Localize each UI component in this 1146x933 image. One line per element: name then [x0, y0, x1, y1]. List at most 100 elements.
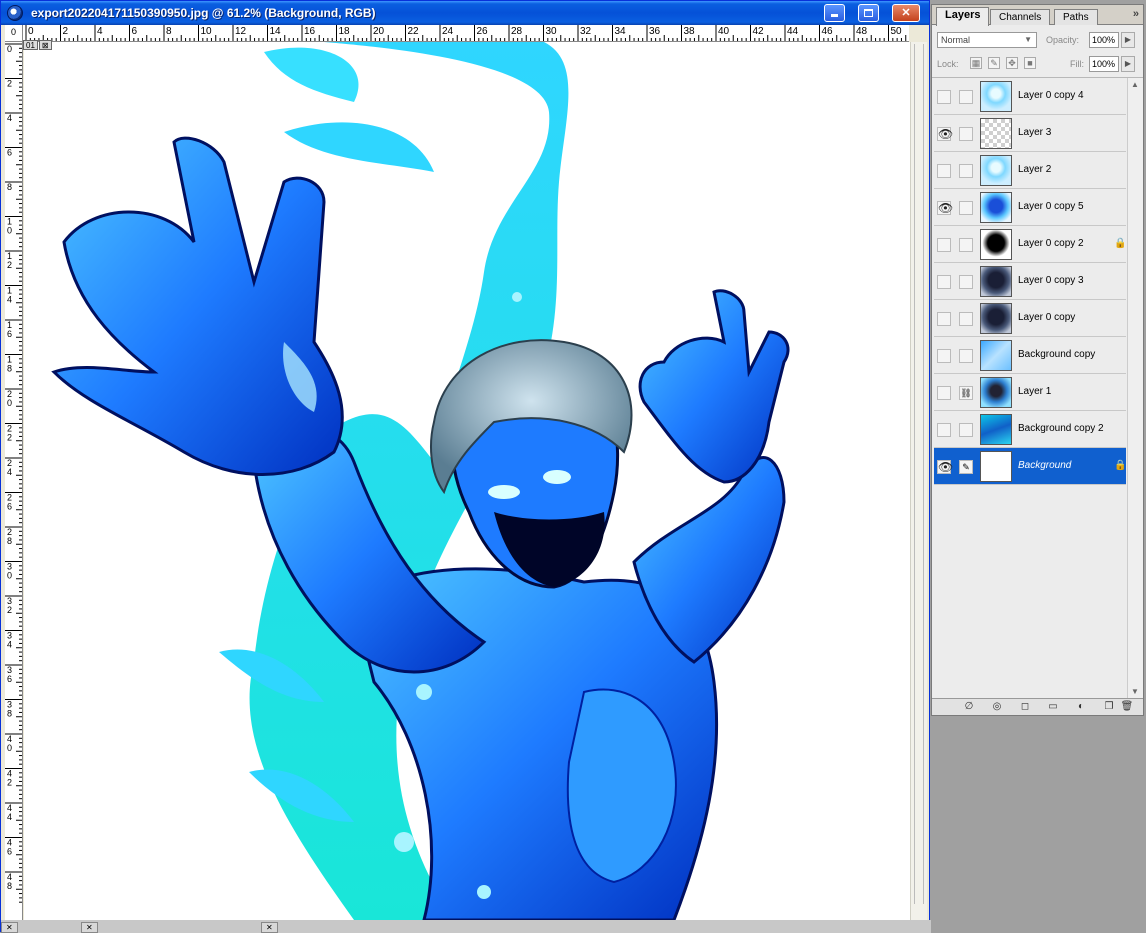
ruler-label: 18: [339, 26, 351, 37]
link-toggle[interactable]: [959, 349, 973, 363]
lock-image-pixels-icon[interactable]: ✎: [988, 57, 1000, 69]
lock-transparent-pixels-icon[interactable]: ▦: [970, 57, 982, 69]
layer-mask-icon[interactable]: ◻: [1018, 700, 1032, 714]
layer-thumbnail[interactable]: [980, 155, 1012, 186]
link-icon[interactable]: ⛓: [959, 386, 973, 400]
layer-name[interactable]: Layer 0 copy 3: [1018, 275, 1084, 286]
layer-row[interactable]: Background copy 2: [934, 411, 1126, 448]
blend-mode-select[interactable]: Normal ▼: [937, 32, 1037, 48]
layer-name[interactable]: Background copy: [1018, 349, 1095, 360]
adjustment-layer-icon[interactable]: ◐: [1074, 700, 1088, 714]
ruler-label: 24: [442, 26, 454, 37]
layer-row[interactable]: ⛓ Layer 1: [934, 374, 1126, 411]
visibility-toggle[interactable]: [937, 349, 951, 363]
layer-thumbnail[interactable]: [980, 340, 1012, 371]
layer-row[interactable]: Layer 0 copy 4: [934, 78, 1126, 115]
visibility-toggle[interactable]: [937, 312, 951, 326]
horizontal-ruler[interactable]: 0 2 4 6 8 10 12 14 16 18 20 22 24 26 28 30 32 34 36 38 40 42 4…: [23, 25, 909, 42]
link-toggle[interactable]: [959, 201, 973, 215]
lock-all-icon[interactable]: ■: [1024, 57, 1036, 69]
layer-thumbnail[interactable]: [980, 229, 1012, 260]
minimize-button[interactable]: [824, 4, 845, 22]
photoshop-document-icon[interactable]: [7, 5, 23, 21]
scroll-down-icon[interactable]: ▼: [1131, 687, 1139, 696]
visibility-toggle[interactable]: [937, 423, 951, 437]
layer-name[interactable]: Background: [1018, 460, 1071, 471]
layer-name[interactable]: Layer 0 copy 4: [1018, 90, 1084, 101]
ruler-origin[interactable]: 0: [5, 25, 23, 42]
layer-thumbnail[interactable]: [980, 414, 1012, 445]
layer-row[interactable]: 👁 ✎ Background 🔒: [934, 448, 1126, 485]
new-layer-icon[interactable]: ❐: [1102, 700, 1116, 714]
layer-name[interactable]: Layer 1: [1018, 386, 1051, 397]
layer-thumbnail[interactable]: [980, 377, 1012, 408]
visibility-toggle[interactable]: [937, 238, 951, 252]
link-toggle[interactable]: [959, 90, 973, 104]
view-tab[interactable]: 01: [23, 40, 38, 50]
vertical-scrollbar[interactable]: [910, 42, 927, 920]
scroll-up-icon[interactable]: ▲: [1131, 80, 1139, 89]
layer-name[interactable]: Layer 0 copy: [1018, 312, 1075, 323]
link-toggle[interactable]: [959, 312, 973, 326]
link-toggle[interactable]: [959, 164, 973, 178]
fill-field[interactable]: 100%: [1089, 56, 1119, 72]
layer-row[interactable]: Layer 2: [934, 152, 1126, 189]
image-canvas[interactable]: [24, 42, 910, 920]
tab-paths[interactable]: Paths: [1054, 9, 1098, 25]
minimized-document[interactable]: ✕: [261, 922, 278, 933]
layer-name[interactable]: Layer 0 copy 2: [1018, 238, 1084, 249]
visibility-toggle[interactable]: [937, 275, 951, 289]
eye-icon[interactable]: 👁: [937, 201, 953, 215]
layer-row[interactable]: Layer 0 copy 3: [934, 263, 1126, 300]
vertical-ruler[interactable]: 0246810121416182022242628303234363840424…: [5, 42, 23, 920]
link-toggle[interactable]: [959, 423, 973, 437]
link-layers-icon[interactable]: ∅: [962, 700, 976, 714]
layer-row[interactable]: Layer 0 copy: [934, 300, 1126, 337]
fill-arrow-icon[interactable]: ▶: [1121, 56, 1135, 72]
opacity-field[interactable]: 100%: [1089, 32, 1119, 48]
layer-row[interactable]: Background copy: [934, 337, 1126, 374]
view-tab[interactable]: ⊠: [38, 40, 52, 50]
eye-icon[interactable]: 👁: [937, 127, 953, 141]
lock-position-icon[interactable]: ✥: [1006, 57, 1018, 69]
eye-icon[interactable]: 👁: [937, 460, 953, 474]
visibility-toggle[interactable]: [937, 164, 951, 178]
minimized-document[interactable]: ✕: [81, 922, 98, 933]
layer-thumbnail[interactable]: [980, 118, 1012, 149]
ruler-label: 8: [7, 709, 12, 719]
layer-thumbnail[interactable]: [980, 266, 1012, 297]
link-toggle[interactable]: [959, 275, 973, 289]
layer-name[interactable]: Layer 0 copy 5: [1018, 201, 1084, 212]
close-button[interactable]: ✕: [892, 4, 920, 22]
minimized-document[interactable]: ✕: [1, 922, 18, 933]
layer-thumbnail[interactable]: [980, 303, 1012, 334]
opacity-arrow-icon[interactable]: ▶: [1121, 32, 1135, 48]
tab-channels[interactable]: Channels: [990, 9, 1051, 25]
layer-style-icon[interactable]: ◎: [990, 700, 1004, 714]
document-window: export202204171150390950.jpg @ 61.2% (Ba…: [0, 0, 931, 933]
layer-thumbnail[interactable]: [980, 81, 1012, 112]
visibility-toggle[interactable]: [937, 386, 951, 400]
link-toggle[interactable]: [959, 127, 973, 141]
new-group-icon[interactable]: ▭: [1046, 700, 1060, 714]
layer-name[interactable]: Background copy 2: [1018, 423, 1104, 434]
brush-icon[interactable]: ✎: [959, 460, 973, 474]
bubble: [416, 684, 432, 700]
link-toggle[interactable]: [959, 238, 973, 252]
scrollbar-thumb[interactable]: [914, 44, 924, 904]
ruler-label: 48: [856, 26, 868, 37]
visibility-toggle[interactable]: [937, 90, 951, 104]
layer-thumbnail[interactable]: [980, 451, 1012, 482]
layer-row[interactable]: Layer 0 copy 2 🔒: [934, 226, 1126, 263]
tab-layers[interactable]: Layers: [936, 7, 990, 26]
layer-thumbnail[interactable]: [980, 192, 1012, 223]
layer-row[interactable]: 👁 Layer 3: [934, 115, 1126, 152]
delete-layer-icon[interactable]: 🗑: [1120, 700, 1134, 714]
layer-name[interactable]: Layer 2: [1018, 164, 1051, 175]
layer-row[interactable]: 👁 Layer 0 copy 5: [934, 189, 1126, 226]
document-title-bar[interactable]: export202204171150390950.jpg @ 61.2% (Ba…: [1, 1, 929, 25]
palette-menu-icon[interactable]: »: [1133, 8, 1139, 20]
layer-list-scrollbar[interactable]: ▲ ▼: [1127, 78, 1143, 698]
layer-name[interactable]: Layer 3: [1018, 127, 1051, 138]
maximize-button[interactable]: [858, 4, 879, 22]
